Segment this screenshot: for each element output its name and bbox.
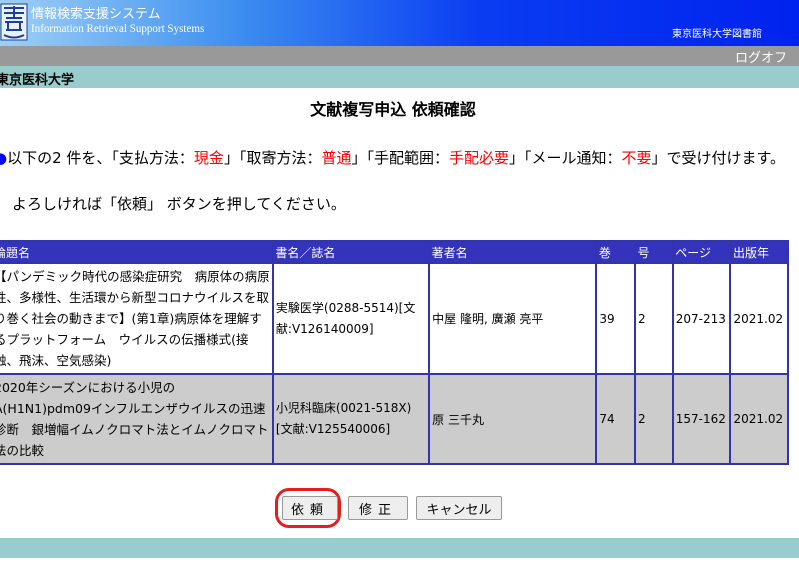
library-seal-logo (0, 2, 28, 42)
message-text: 」「手配範囲： (351, 149, 449, 167)
message-text: 」で受け付けます。 (651, 149, 786, 167)
column-header-author: 著者名 (428, 240, 597, 264)
payment-method: 現金 (193, 149, 224, 167)
confirmation-instruction: よろしければ「依頼」 ボタンを押してください。 (12, 195, 346, 213)
column-header-volume: 巻 (595, 240, 636, 264)
pages: 157-162 (671, 373, 732, 465)
message-text: 」「取寄方法： (223, 149, 322, 167)
university-name: 東京医科大学 (0, 73, 75, 88)
pages: 207-213 (671, 262, 732, 375)
author-name: 中屋 隆明, 廣瀬 亮平 (428, 262, 598, 375)
column-header-issue: 号 (634, 240, 674, 264)
delivery-method: 普通 (321, 149, 352, 167)
mail-notification: 不要 (621, 149, 652, 167)
logoff-link[interactable]: ログオフ (735, 47, 787, 66)
publication-year: 2021.02 (729, 373, 789, 465)
publication-year: 2021.02 (729, 262, 789, 375)
column-header-year: 出版年 (729, 240, 789, 264)
article-title: 2020年シーズンにおける小児のA(H1N1)pdm09インフルエンザウイルスの… (0, 373, 274, 465)
issue: 2 (634, 262, 674, 375)
table-row: 2020年シーズンにおける小児のA(H1N1)pdm09インフルエンザウイルスの… (0, 373, 789, 465)
volume: 74 (595, 373, 637, 465)
table-header-row: 論題名 書名／誌名 著者名 巻 号 ページ 出版年 (0, 240, 789, 264)
system-name-jp: 情報検索支援システム (31, 7, 161, 22)
issue: 2 (634, 373, 674, 465)
arrangement-scope: 手配必要 (448, 149, 509, 167)
page-title: 文献複写申込 依頼確認 (310, 100, 476, 119)
volume: 39 (595, 262, 637, 375)
request-button[interactable]: 依頼 (282, 496, 338, 520)
journal-name: 小児科臨床(0021-518X)[文献:V125540006] (271, 373, 431, 465)
article-title: 【パンデミック時代の感染症研究 病原体の病原性、多様性、生活環から新型コロナウイ… (0, 262, 274, 375)
footer-bar (0, 538, 799, 558)
library-name: 東京医科大学図書館 (672, 29, 762, 40)
university-bar: 東京医科大学 (0, 66, 799, 88)
message-text: 」「メール通知： (509, 149, 622, 167)
table-row: 【パンデミック時代の感染症研究 病原体の病原性、多様性、生活環から新型コロナウイ… (0, 262, 789, 375)
action-buttons: 依頼 修正 キャンセル (0, 488, 799, 528)
confirmation-message: ●以下の2 件を、「支払方法：現金」「取寄方法：普通」「手配範囲：手配必要」「メ… (0, 146, 799, 170)
column-header-journal: 書名／誌名 (272, 240, 430, 264)
cancel-button[interactable]: キャンセル (416, 496, 502, 520)
header-banner: 情報検索支援システム Information Retrieval Support… (0, 0, 799, 46)
message-text: 以下の2 件を、「支払方法： (7, 149, 194, 167)
modify-button[interactable]: 修正 (348, 496, 408, 520)
column-header-pages: ページ (672, 240, 731, 264)
journal-name: 実験医学(0288-5514)[文献:V126140009] (271, 262, 431, 375)
column-header-title: 論題名 (0, 240, 274, 264)
request-table: 論題名 書名／誌名 著者名 巻 号 ページ 出版年 【パンデミック時代の感染症研… (0, 240, 789, 465)
system-name-en: Information Retrieval Support Systems (31, 21, 205, 35)
author-name: 原 三千丸 (428, 373, 598, 465)
top-nav-bar: ログオフ (0, 46, 799, 66)
